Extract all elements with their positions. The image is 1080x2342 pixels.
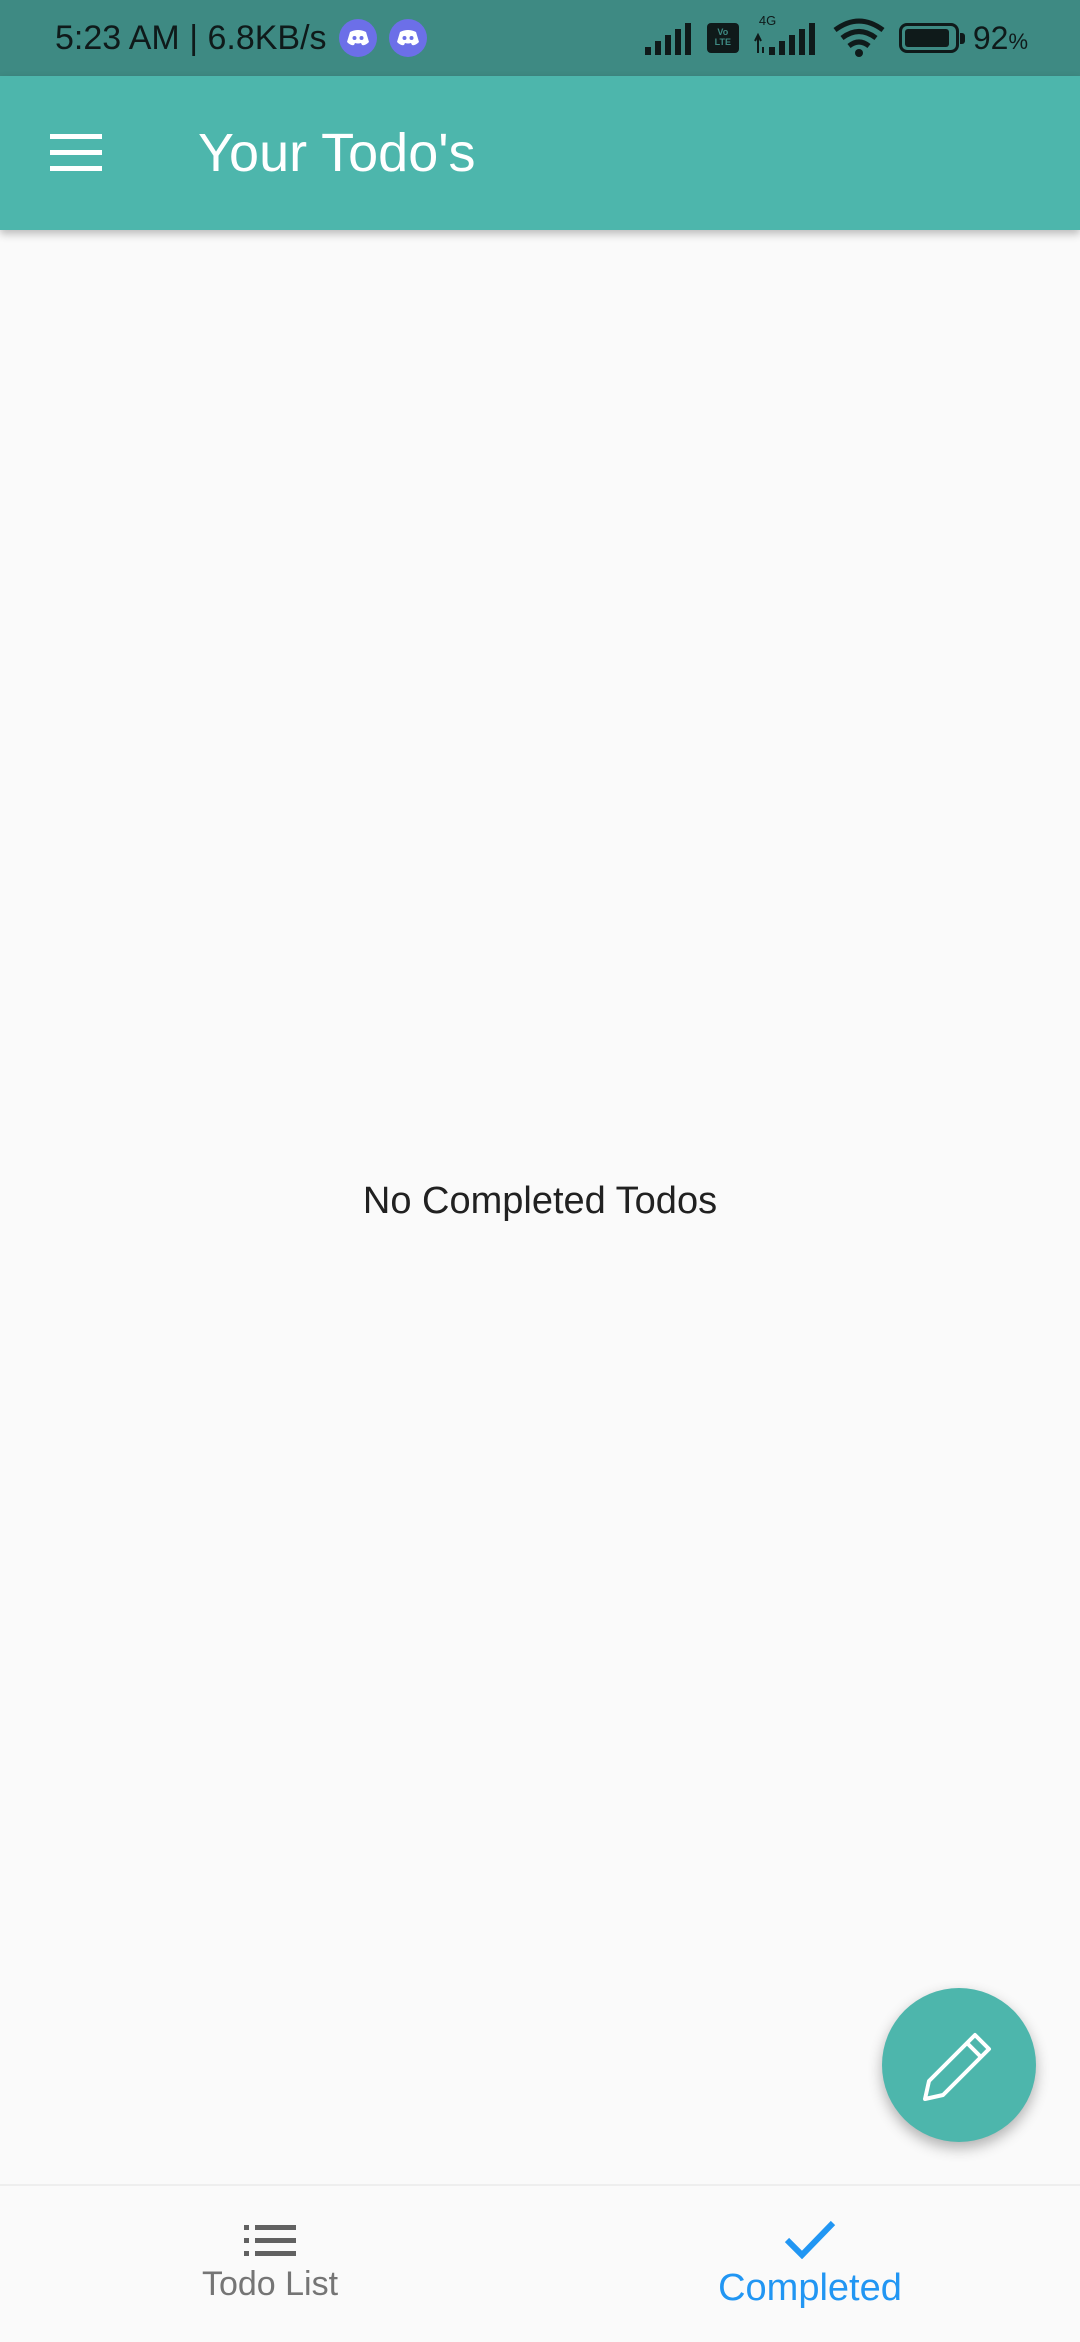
page-title: Your Todo's	[198, 123, 476, 183]
signal-icon	[644, 23, 691, 55]
battery-icon	[898, 23, 965, 53]
nav-item-completed[interactable]: Completed	[540, 2186, 1080, 2342]
volte-top-label: Vo	[717, 27, 729, 37]
signal-4g-icon	[753, 23, 815, 55]
nav-label-completed: Completed	[718, 2266, 902, 2309]
volte-bottom-label: LTE	[714, 37, 732, 47]
battery-percent-unit: %	[1008, 28, 1028, 54]
nav-item-todo-list[interactable]: Todo List	[0, 2186, 540, 2342]
empty-state-message: No Completed Todos	[362, 1180, 718, 1222]
add-todo-button[interactable]	[882, 1988, 1036, 2142]
status-left: 5:23 AM | 6.8KB/s	[55, 0, 427, 76]
battery-percent: 92%	[973, 20, 1028, 57]
pencil-icon	[923, 2033, 991, 2101]
bottom-navigation: Todo List Completed	[0, 2184, 1080, 2342]
discord-icon	[388, 19, 427, 57]
check-icon	[784, 2220, 836, 2259]
status-time-speed: 5:23 AM | 6.8KB/s	[55, 18, 327, 57]
battery-percent-value: 92	[972, 19, 1009, 56]
volte-icon: Vo LTE	[706, 23, 739, 53]
discord-icon	[338, 19, 377, 57]
nav-label-todo-list: Todo List	[201, 2264, 339, 2303]
battery-fill	[904, 29, 949, 47]
signal-4g: 4G	[753, 13, 819, 55]
hamburger-menu-icon	[50, 134, 102, 171]
wifi-icon	[833, 18, 885, 57]
menu-button[interactable]	[40, 117, 112, 189]
list-icon	[244, 2224, 296, 2256]
status-right: Vo LTE 4G 92%	[643, 0, 1028, 76]
app-bar: Your Todo's	[0, 76, 1080, 230]
status-bar: 5:23 AM | 6.8KB/s Vo LTE 4G 92%	[0, 0, 1080, 76]
